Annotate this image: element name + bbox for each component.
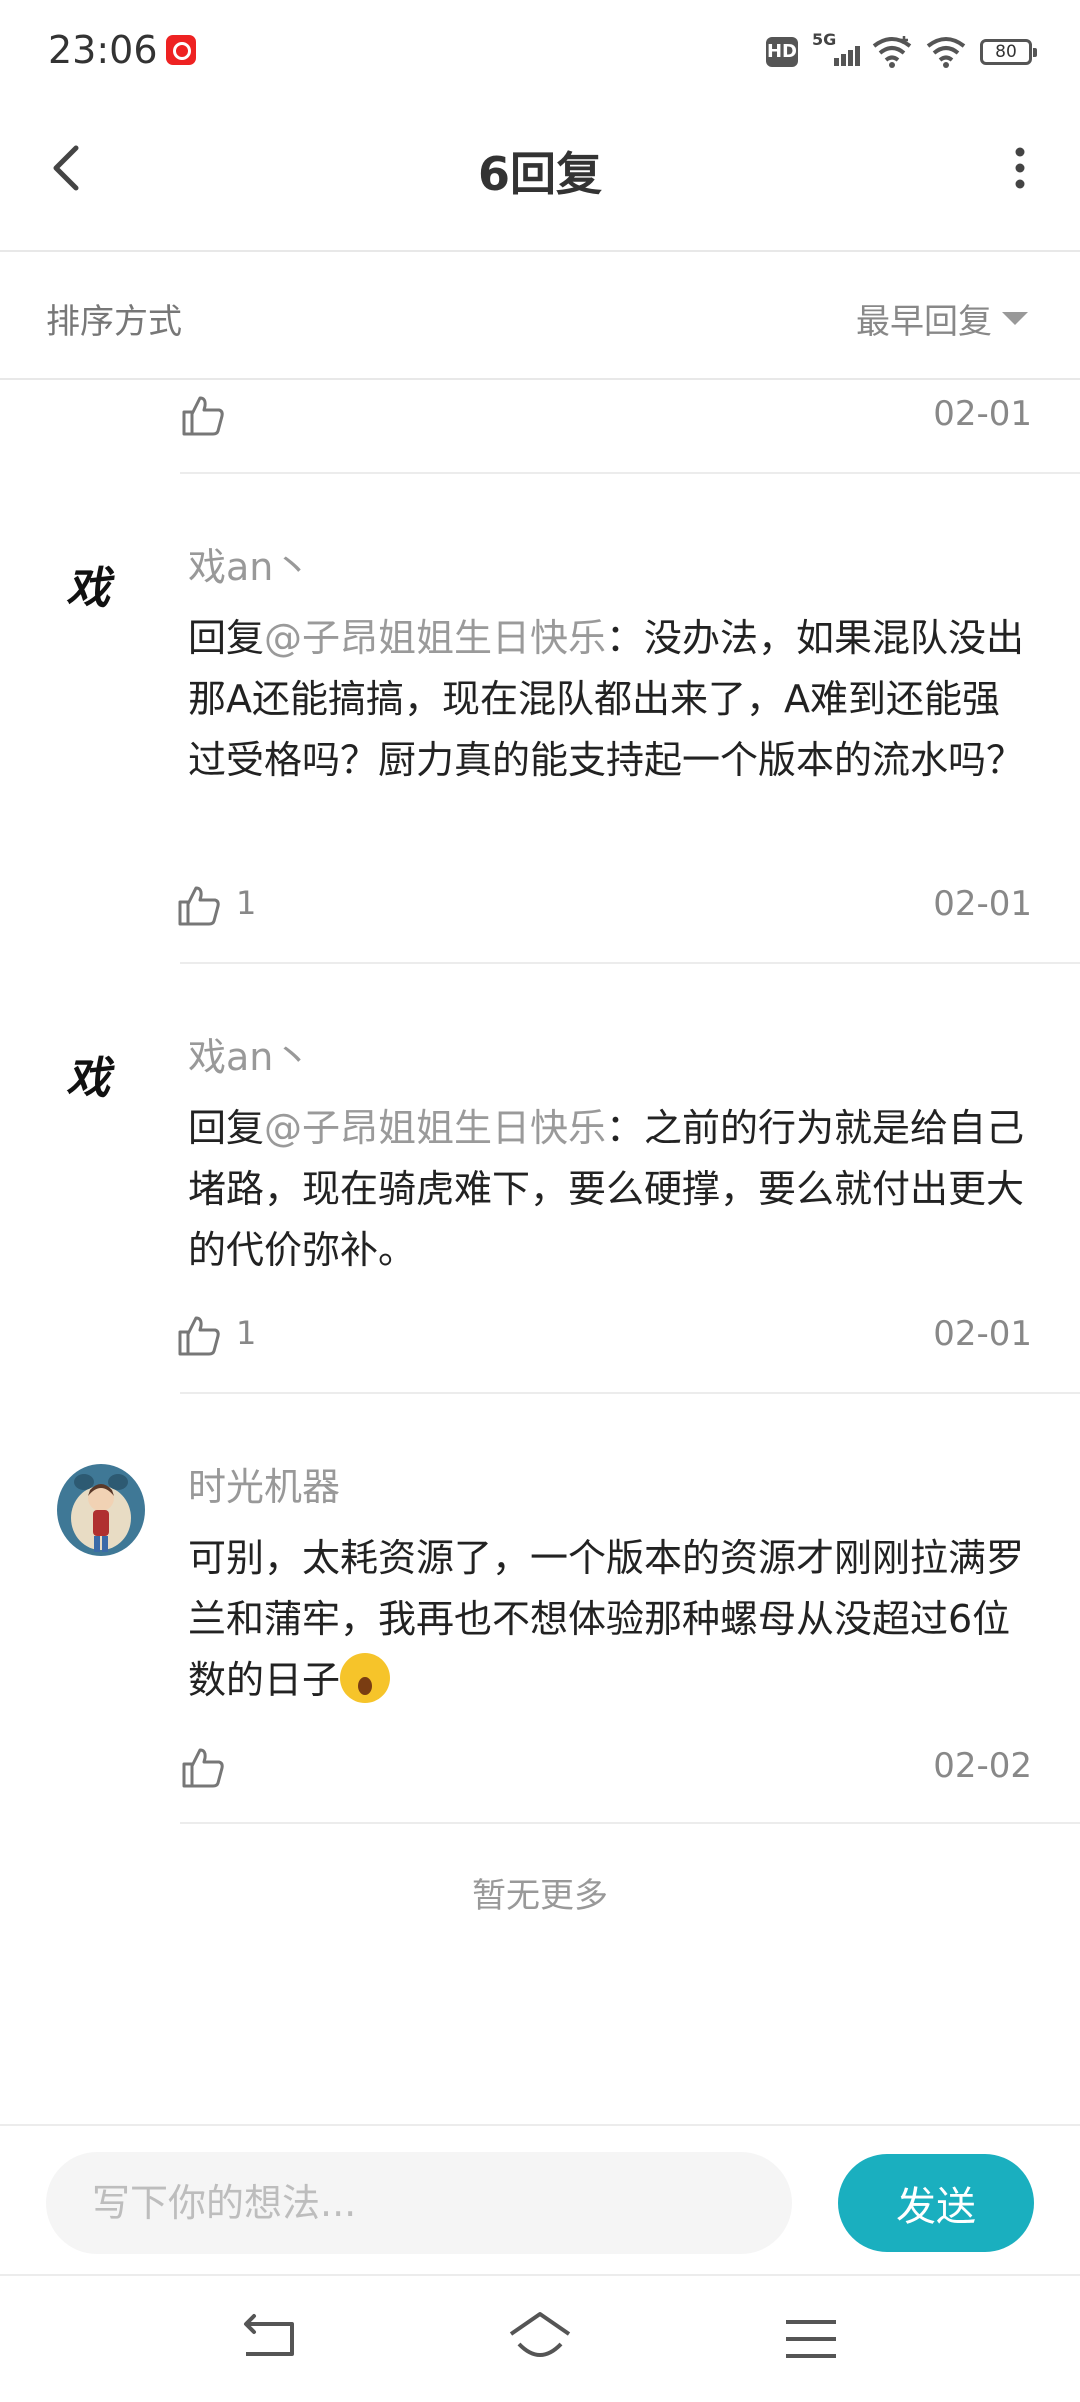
comment-body: 可别，太耗资源了，一个版本的资源才刚刚拉满罗兰和蒲牢，我再也不想体验那种螺母从没… (188, 1536, 1025, 1702)
shocked-face-emoji (340, 1653, 391, 1703)
comment-text: 可别，太耗资源了，一个版本的资源才刚刚拉满罗兰和蒲牢，我再也不想体验那种螺母从没… (188, 1528, 1028, 1711)
reply-date: 02-02 (933, 1746, 1032, 1786)
divider (180, 472, 1080, 474)
menu-nav-icon[interactable] (776, 2304, 846, 2374)
signal-icon: 5G (812, 30, 860, 70)
status-bar: 23:06 HD 5G 80 (0, 0, 1080, 100)
no-more-label: 暂无更多 (472, 1876, 608, 1916)
reply-date: 02-01 (933, 394, 1032, 434)
caret-down-icon[interactable] (1002, 312, 1028, 325)
reply-prefix: 回复 (188, 616, 265, 660)
username[interactable]: 时光机器 (188, 1456, 340, 1511)
avatar[interactable] (54, 1452, 148, 1560)
page-title: 6回复 (477, 147, 602, 201)
mention-link[interactable]: @子昂姐姐生日快乐 (264, 616, 606, 660)
divider (180, 1822, 1080, 1824)
netease-music-icon (166, 35, 196, 65)
hd-icon: HD (766, 37, 798, 67)
username[interactable]: 戏an丶 (188, 1026, 311, 1081)
composer-bar: 发送 (0, 2124, 1080, 2276)
comment-text: 回复@子昂姐姐生日快乐：之前的行为就是给自己堵路，现在骑虎难下，要么硬撑，要么就… (188, 1098, 1028, 1281)
comment-input[interactable] (46, 2152, 792, 2254)
wifi-icon-2 (926, 37, 966, 68)
divider (180, 962, 1080, 964)
like-count: 1 (236, 1314, 257, 1352)
thumbs-up-icon[interactable] (176, 1312, 222, 1358)
reply-prefix: 回复 (188, 1106, 265, 1150)
username[interactable]: 戏an丶 (188, 536, 311, 591)
title-bar: 6回复 (0, 100, 1080, 252)
thumbs-up-icon[interactable] (180, 1744, 226, 1790)
thumbs-up-icon[interactable] (176, 882, 222, 928)
battery-icon: 80 (980, 39, 1037, 65)
status-time: 23:06 (48, 28, 158, 72)
mention-link[interactable]: @子昂姐姐生日快乐 (264, 1106, 606, 1150)
sort-bar: 排序方式 最早回复 (0, 252, 1080, 380)
avatar[interactable]: 戏 (66, 1042, 122, 1104)
home-nav-icon[interactable] (505, 2304, 575, 2374)
reply-date: 02-01 (933, 884, 1032, 924)
system-nav-bar (0, 2274, 1080, 2402)
status-icons: HD 5G 80 (766, 30, 1037, 74)
avatar[interactable]: 戏 (66, 552, 122, 614)
sort-dropdown[interactable]: 最早回复 (856, 294, 992, 343)
more-vertical-icon[interactable] (1000, 140, 1040, 196)
back-nav-icon[interactable] (234, 2304, 304, 2374)
divider (180, 1392, 1080, 1394)
reply-date: 02-01 (933, 1314, 1032, 1354)
comment-text: 回复@子昂姐姐生日快乐：没办法，如果混队没出那A还能搞搞，现在混队都出来了，A难… (188, 608, 1028, 791)
like-count: 1 (236, 884, 257, 922)
wifi-icon (872, 36, 912, 68)
sort-label: 排序方式 (46, 302, 182, 342)
network-type-label: 5G (812, 30, 837, 49)
thumbs-up-icon[interactable] (180, 392, 226, 438)
send-button[interactable]: 发送 (838, 2154, 1034, 2252)
